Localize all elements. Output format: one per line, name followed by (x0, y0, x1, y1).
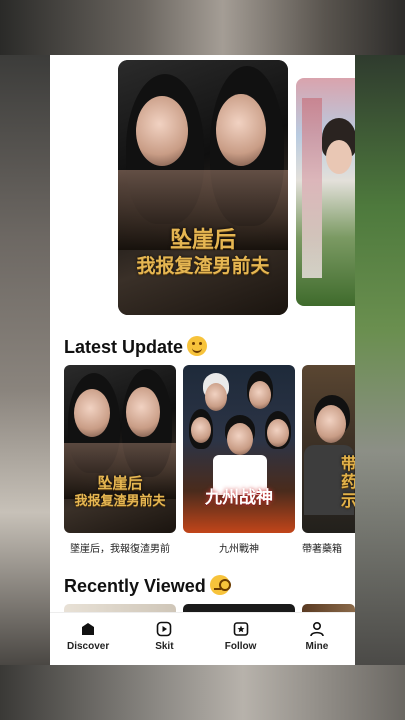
user-icon (310, 621, 324, 637)
tab-skit[interactable]: Skit (126, 613, 202, 665)
poster-title: 带 药 示 (340, 454, 355, 510)
latest-update-heading: Latest Update (64, 336, 208, 358)
tab-label: Skit (155, 641, 174, 652)
app-screen: 坠崖后 我报复渣男前夫 Latest Update 坠崖后 我报复渣男前夫 墜崖… (50, 55, 355, 665)
tab-discover[interactable]: Discover (50, 613, 126, 665)
poster-title-line2: 我报复渣男前夫 (74, 494, 166, 509)
play-icon (157, 621, 172, 637)
tab-label: Follow (224, 641, 257, 652)
banner-poster-next[interactable] (296, 78, 355, 306)
recently-viewed-title: Recently Viewed (64, 576, 206, 596)
drama-card[interactable]: 坠崖后 我报复渣男前夫 墜崖后，我報復渣男前 (64, 365, 176, 555)
backdrop-top (0, 0, 405, 55)
bottom-tab-bar: Discover Skit Follow Mine (50, 612, 355, 665)
banner-carousel[interactable]: 坠崖后 我报复渣男前夫 (50, 60, 355, 315)
drama-caption: 墜崖后，我報復渣男前 (70, 544, 170, 555)
tab-mine[interactable]: Mine (279, 613, 355, 665)
drama-card[interactable]: 带 药 示 帶著藥箱 (302, 365, 355, 555)
recently-viewed-heading: Recently Viewed (64, 575, 231, 597)
tab-follow[interactable]: Follow (203, 613, 279, 665)
tab-label: Discover (67, 641, 110, 652)
backdrop-left (0, 55, 50, 665)
home-icon (82, 623, 95, 635)
latest-update-list: 坠崖后 我报复渣男前夫 墜崖后，我報復渣男前 九州战神 九州戰神 带 药 示 帶… (64, 365, 355, 560)
banner-title-line1: 坠崖后 (169, 227, 236, 253)
backdrop-bottom (0, 665, 405, 720)
drama-poster: 坠崖后 我报复渣男前夫 (64, 365, 176, 533)
drama-poster: 带 药 示 (302, 365, 355, 533)
poster-title: 九州战神 (205, 488, 273, 508)
tab-label: Mine (305, 641, 329, 652)
face-with-monocle-icon (209, 575, 231, 595)
drama-caption: 九州戰神 (219, 544, 259, 555)
smiling-face-icon (187, 336, 208, 356)
banner-title-line2: 我报复渣男前夫 (136, 255, 270, 277)
latest-update-title: Latest Update (64, 337, 184, 357)
backdrop-right (355, 55, 405, 665)
drama-card[interactable]: 九州战神 九州戰神 (183, 365, 295, 555)
poster-title-line1: 坠崖后 (97, 474, 143, 492)
banner-poster-main[interactable]: 坠崖后 我报复渣男前夫 (118, 60, 288, 315)
drama-poster: 九州战神 (183, 365, 295, 533)
star-bookmark-icon (233, 622, 248, 636)
drama-caption: 帶著藥箱 (302, 544, 342, 555)
